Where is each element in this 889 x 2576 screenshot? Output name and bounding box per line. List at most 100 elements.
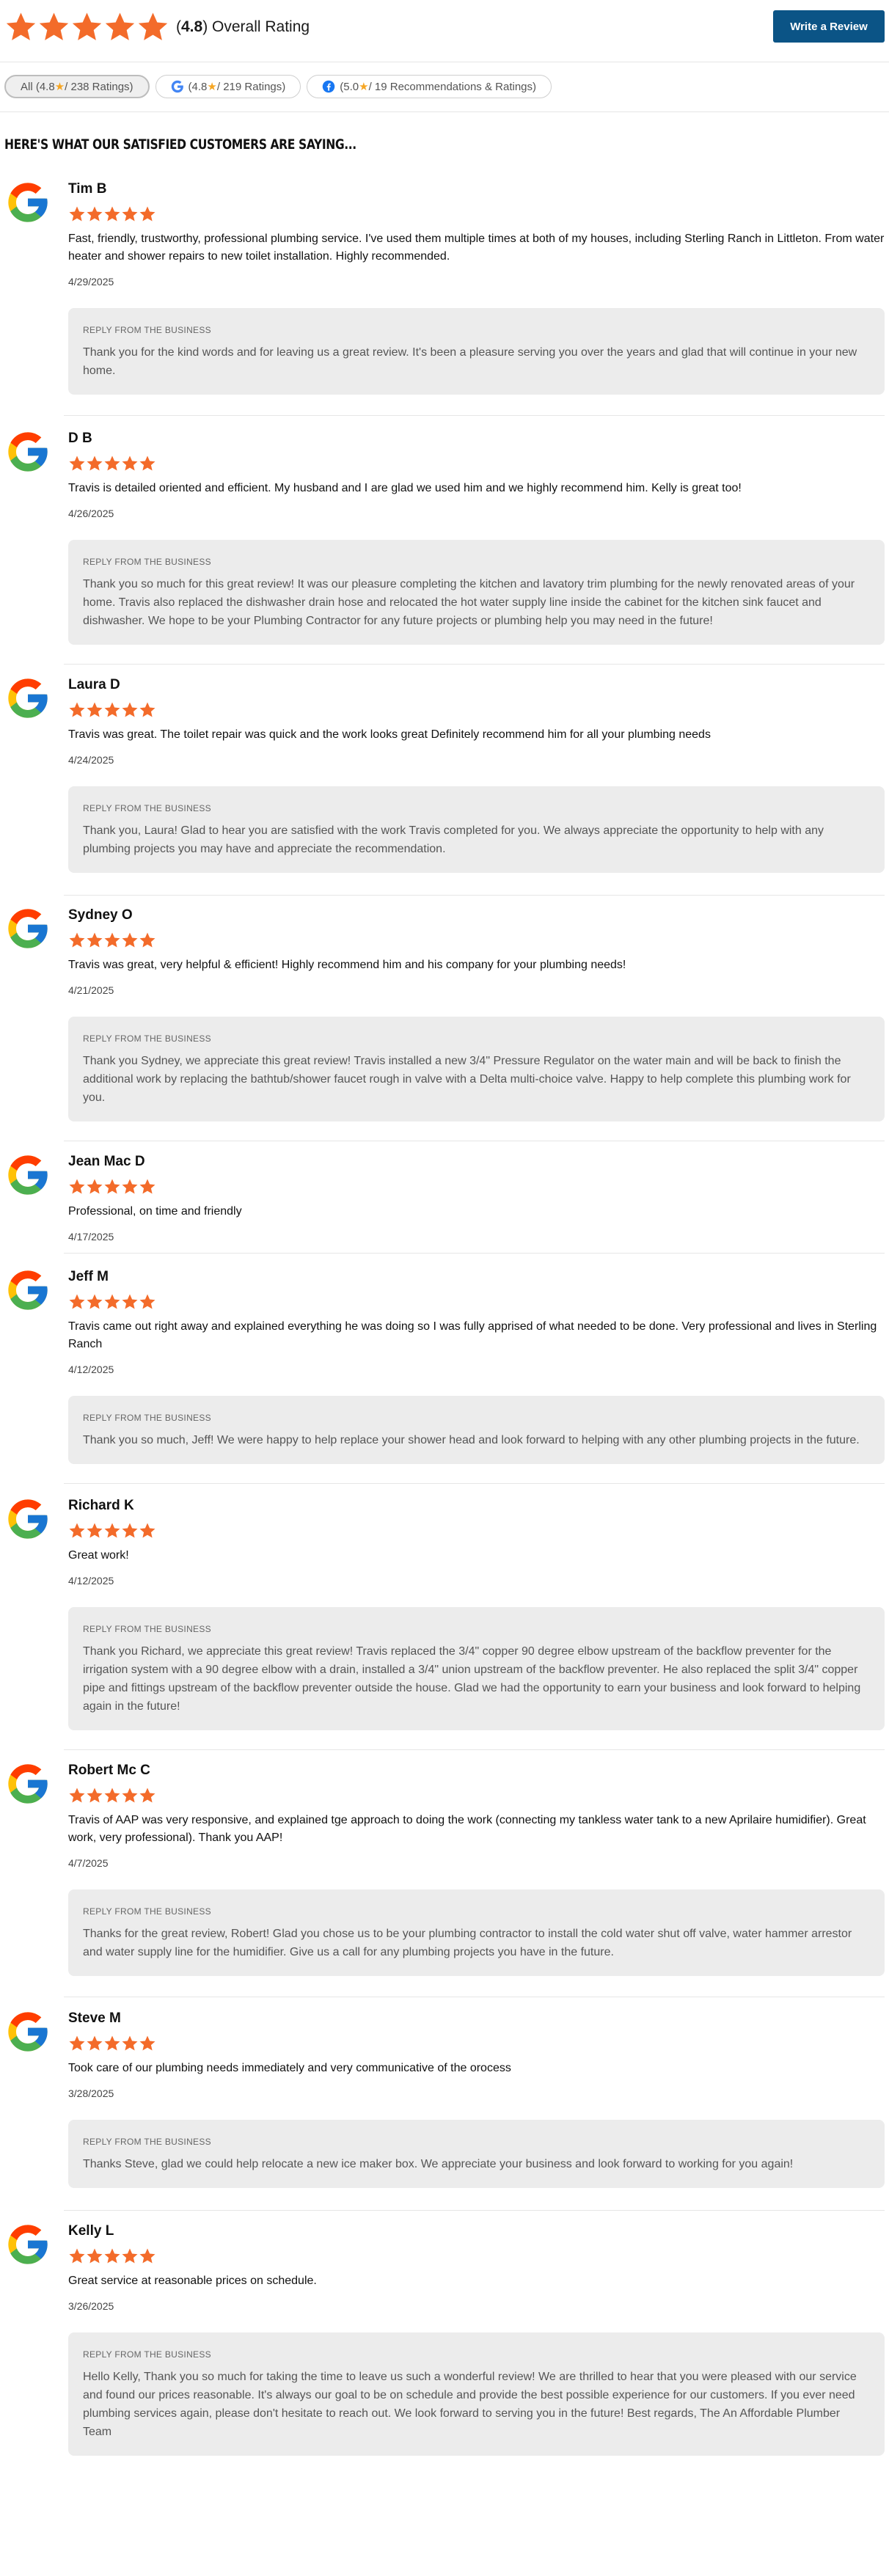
- reviewer-name: Robert Mc C: [68, 1763, 150, 1778]
- business-reply: REPLY FROM THE BUSINESS Thank you, Laura!…: [68, 786, 885, 873]
- google-logo-icon: [8, 678, 48, 718]
- overall-rating-value: 4.8: [181, 18, 203, 35]
- star-icon: [69, 455, 85, 471]
- reviewer-name: Jeff M: [68, 1269, 109, 1284]
- filter-value: 4.8: [39, 80, 55, 93]
- review-text: Travis is detailed oriented and efficien…: [68, 482, 742, 494]
- filter-prefix: All (: [21, 80, 40, 93]
- review-date: 4/21/2025: [68, 984, 114, 996]
- review-divider: [64, 664, 885, 665]
- reply-label: REPLY FROM THE BUSINESS: [83, 2349, 211, 2360]
- business-reply: REPLY FROM THE BUSINESS Thank you Richard…: [68, 1607, 885, 1730]
- star-icon: [87, 1523, 103, 1538]
- reply-text: Thank you so much for this great review!…: [83, 578, 855, 627]
- filter-google[interactable]: (4.8 ★ / 219 Ratings): [155, 75, 301, 98]
- reviewer-name: Laura D: [68, 677, 120, 692]
- star-icon: [104, 1788, 120, 1803]
- star-icon: [122, 1294, 138, 1309]
- review-date: 4/12/2025: [68, 1364, 114, 1375]
- review-text: Great work!: [68, 1549, 129, 1562]
- star-icon: [72, 12, 102, 40]
- review-date: 3/28/2025: [68, 2087, 114, 2099]
- star-icon: [139, 2248, 156, 2264]
- facebook-icon: [323, 80, 335, 93]
- star-icon: [87, 206, 103, 222]
- business-reply: REPLY FROM THE BUSINESS Thank you so much…: [68, 1396, 885, 1464]
- review-body: Richard K Great work! 4/12/2025 REPLY FROM …: [68, 1496, 885, 1730]
- reply-label: REPLY FROM THE BUSINESS: [83, 1033, 211, 1044]
- google-logo-icon: [8, 2225, 48, 2264]
- star-icon: [69, 1523, 85, 1538]
- star-icon: [87, 1294, 103, 1309]
- star-icon: [87, 2248, 103, 2264]
- star-icon: [139, 1294, 156, 1309]
- star-icon: [69, 1179, 85, 1194]
- star-icon: [104, 932, 120, 948]
- business-reply: REPLY FROM THE BUSINESS Thanks for the gr…: [68, 1889, 885, 1976]
- review-stars: [68, 1787, 885, 1804]
- star-icon: [105, 12, 135, 40]
- reply-text: Thanks Steve, glad we could help relocat…: [83, 2158, 794, 2170]
- reviewer-name: Sydney O: [68, 907, 133, 923]
- star-icon: [104, 455, 120, 471]
- review-date: 4/29/2025: [68, 276, 114, 288]
- business-reply: REPLY FROM THE BUSINESS Hello Kelly, Than…: [68, 2332, 885, 2456]
- filter-value: 5.0: [343, 80, 359, 93]
- review-divider: [64, 1253, 885, 1254]
- reviewer-name: Jean Mac D: [68, 1154, 145, 1169]
- star-icon: [122, 1788, 138, 1803]
- google-logo-icon: [8, 1764, 48, 1804]
- reviewer-name: D B: [68, 431, 92, 446]
- star-icon: [69, 1294, 85, 1309]
- star-icon: [104, 1523, 120, 1538]
- google-logo-icon: [8, 432, 48, 472]
- reply-text: Thanks for the great review, Robert! Gla…: [83, 1928, 852, 1958]
- review-divider: [64, 1749, 885, 1750]
- review-date: 4/24/2025: [68, 754, 114, 766]
- star-icon: [104, 2035, 120, 2051]
- star-icon: [139, 1523, 156, 1538]
- star-icon: [69, 702, 85, 717]
- star-icon: [87, 1179, 103, 1194]
- section-title: HERE'S WHAT OUR SATISFIED CUSTOMERS ARE …: [4, 136, 356, 153]
- star-icon: [139, 2035, 156, 2051]
- star-icon: [139, 932, 156, 948]
- star-icon: [87, 455, 103, 471]
- reply-text: Thank you, Laura! Glad to hear you are s…: [83, 824, 824, 855]
- review-date: 4/26/2025: [68, 508, 114, 519]
- reply-text: Thank you Richard, we appreciate this gr…: [83, 1645, 861, 1713]
- review-stars: [68, 2247, 885, 2265]
- google-logo-icon: [8, 1270, 48, 1310]
- google-logo-icon: [8, 2012, 48, 2052]
- star-icon: [69, 932, 85, 948]
- star-icon: [87, 932, 103, 948]
- star-icon: [139, 455, 156, 471]
- review-stars: [68, 932, 885, 949]
- star-icon: [69, 1788, 85, 1803]
- reply-label: REPLY FROM THE BUSINESS: [83, 1624, 211, 1634]
- star-icon: [104, 2248, 120, 2264]
- business-reply: REPLY FROM THE BUSINESS Thank you for the…: [68, 308, 885, 395]
- reply-text: Thank you so much, Jeff! We were happy t…: [83, 1434, 860, 1446]
- filter-all[interactable]: All (4.8 ★ / 238 Ratings): [4, 75, 150, 98]
- filter-facebook[interactable]: (5.0 ★ / 19 Recommendations & Ratings): [307, 75, 552, 98]
- star-icon: ★: [207, 81, 217, 93]
- filter-suffix: / 219 Ratings): [216, 80, 286, 93]
- review-divider: [64, 415, 885, 416]
- star-icon: [104, 702, 120, 717]
- star-icon: [69, 2248, 85, 2264]
- reply-text: Thank you Sydney, we appreciate this gre…: [83, 1055, 851, 1104]
- review-text: Travis of AAP was very responsive, and e…: [68, 1814, 866, 1844]
- review-stars: [68, 205, 885, 223]
- write-review-button[interactable]: Write a Review: [773, 10, 885, 43]
- star-icon: [6, 12, 36, 40]
- review-text: Fast, friendly, trustworthy, professiona…: [68, 233, 885, 263]
- star-icon: [122, 2248, 138, 2264]
- star-icon: [122, 455, 138, 471]
- star-icon: [122, 2035, 138, 2051]
- review-divider: [64, 2210, 885, 2211]
- review-text: Travis came out right away and explained…: [68, 1320, 877, 1350]
- star-icon: [122, 1179, 138, 1194]
- reviewer-name: Steve M: [68, 2010, 121, 2026]
- divider: [0, 111, 889, 112]
